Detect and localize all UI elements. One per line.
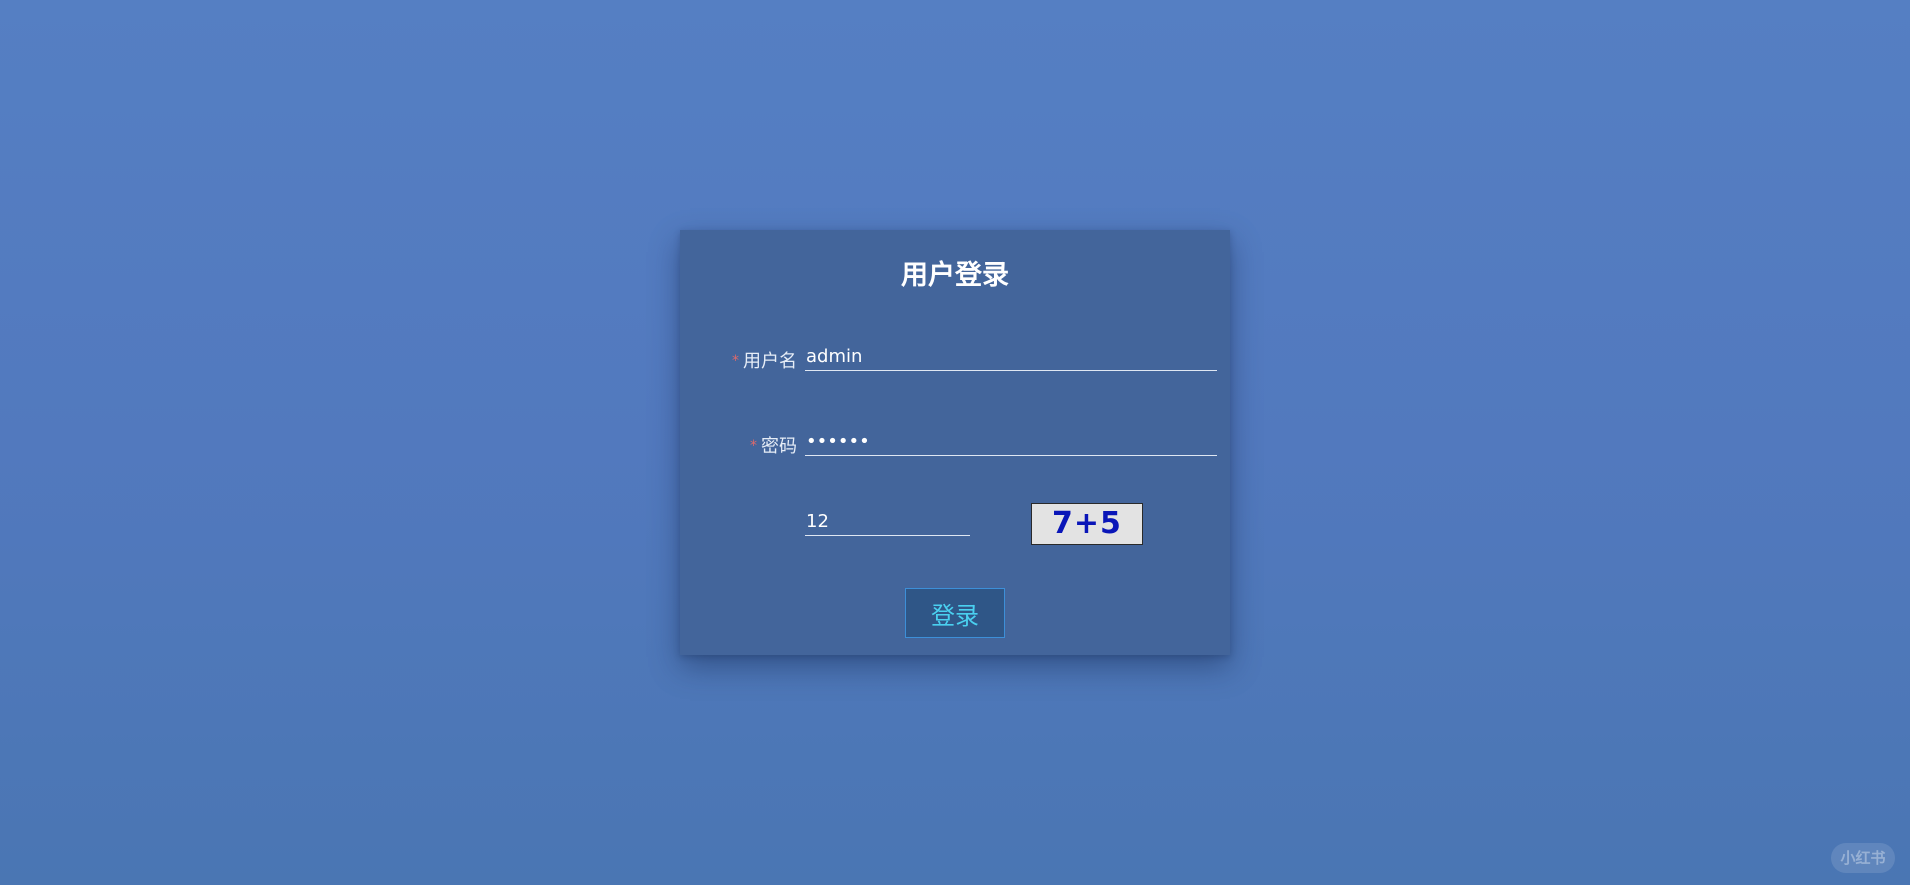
username-input[interactable] [805, 343, 1217, 371]
watermark-logo: 小红书 [1831, 843, 1895, 873]
username-required-mark: * [732, 353, 739, 369]
login-button[interactable]: 登录 [905, 588, 1005, 638]
captcha-image[interactable]: 7+5 [1031, 503, 1143, 545]
password-required-mark: * [750, 438, 757, 454]
password-input[interactable] [805, 428, 1217, 456]
username-label: 用户名 [743, 351, 797, 372]
password-label-wrapper: * 密码 [750, 435, 797, 458]
login-title: 用户登录 [901, 260, 1009, 291]
captcha-input[interactable] [805, 508, 970, 536]
username-label-wrapper: * 用户名 [732, 350, 797, 373]
password-label: 密码 [761, 436, 797, 457]
